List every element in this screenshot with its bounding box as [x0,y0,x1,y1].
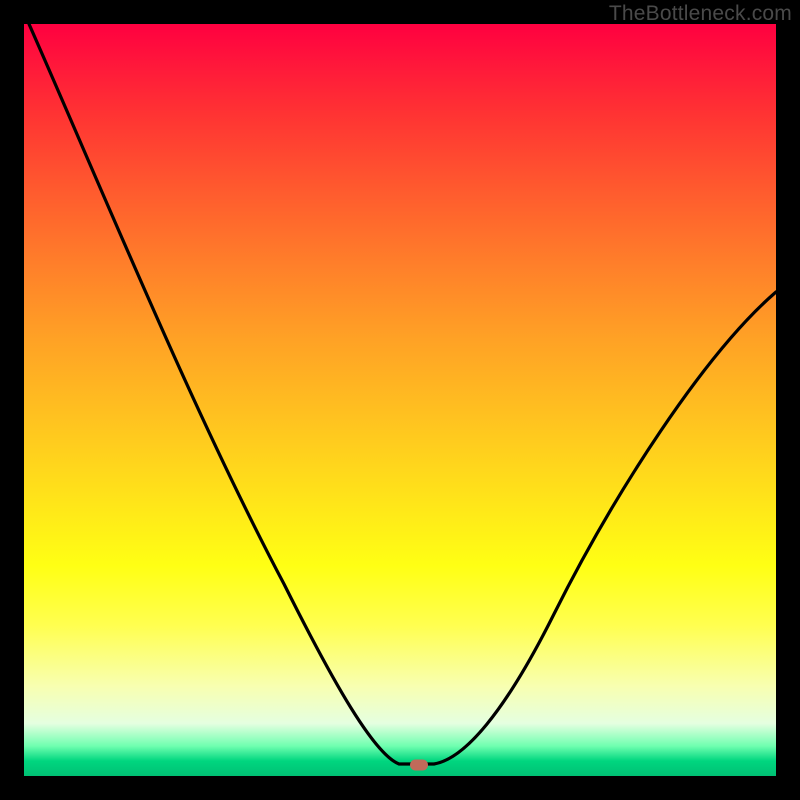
chart-frame: TheBottleneck.com [0,0,800,800]
bottleneck-curve [24,24,776,776]
watermark-text: TheBottleneck.com [609,2,792,26]
chart-plot-area [24,24,776,776]
min-marker [410,759,428,770]
curve-path [29,24,776,764]
